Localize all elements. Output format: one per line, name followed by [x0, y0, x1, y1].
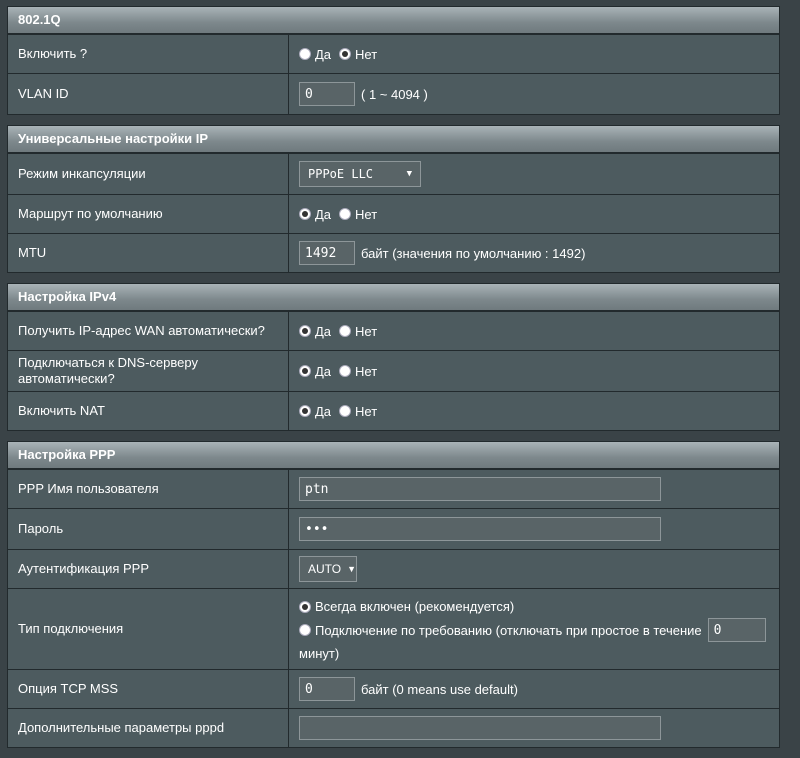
radio-icon[interactable] — [339, 208, 352, 220]
enable-label: Включить ? — [8, 35, 289, 73]
settings-page: 802.1Q Включить ? Да Нет VLAN ID 0 ( 1 ~… — [7, 6, 780, 758]
section-ppp: Настройка PPP PPP Имя пользователя ptn П… — [7, 441, 780, 748]
radio-selected-icon[interactable] — [299, 365, 311, 377]
section-title: Настройка IPv4 — [8, 284, 779, 311]
mss-hint: байт (0 means use default) — [361, 681, 518, 697]
wan-label: Получить IP-адрес WAN автоматически? — [8, 312, 289, 350]
enable-yes-option[interactable]: Да — [299, 47, 331, 62]
section-title: Настройка PPP — [8, 442, 779, 469]
radio-selected-icon[interactable] — [299, 208, 311, 220]
nat-label: Включить NAT — [8, 392, 289, 430]
row-vlan-id: VLAN ID 0 ( 1 ~ 4094 ) — [8, 73, 779, 114]
section-title: Универсальные настройки IP — [8, 126, 779, 153]
vlan-id-input[interactable]: 0 — [299, 82, 355, 106]
mtu-input[interactable]: 1492 — [299, 241, 355, 265]
password-label: Пароль — [8, 509, 289, 549]
option-label: Нет — [355, 323, 378, 339]
option-label: Да — [315, 403, 332, 419]
dropdown-arrow-icon: ▼ — [347, 564, 357, 574]
radio-icon[interactable] — [299, 624, 311, 636]
encap-label: Режим инкапсуляции — [8, 154, 289, 194]
radio-icon[interactable] — [339, 325, 352, 337]
option-label: Нет — [355, 46, 378, 62]
row-wan-auto: Получить IP-адрес WAN автоматически? Да … — [8, 311, 779, 350]
mtu-hint: байт (значения по умолчанию : 1492) — [361, 245, 586, 261]
dns-yes-option[interactable]: Да — [299, 364, 331, 379]
row-connection-type: Тип подключения Всегда включен (рекоменд… — [8, 588, 779, 669]
conn-label: Тип подключения — [8, 589, 289, 669]
wan-yes-option[interactable]: Да — [299, 324, 331, 339]
row-ppp-password: Пароль ••• — [8, 508, 779, 549]
radio-selected-icon[interactable] — [299, 600, 311, 613]
idle-minutes-label: минут) — [299, 646, 340, 661]
option-label: Нет — [355, 206, 378, 222]
radio-selected-icon[interactable] — [299, 405, 311, 417]
nat-no-option[interactable]: Нет — [339, 404, 377, 419]
option-label: Нет — [355, 363, 378, 379]
row-ppp-username: PPP Имя пользователя ptn — [8, 469, 779, 508]
pppd-label: Дополнительные параметры pppd — [8, 709, 289, 747]
section-ip-settings: Универсальные настройки IP Режим инкапсу… — [7, 125, 780, 273]
route-no-option[interactable]: Нет — [339, 207, 377, 222]
section-title: 802.1Q — [8, 7, 779, 34]
option-label: Да — [315, 206, 332, 222]
row-default-route: Маршрут по умолчанию Да Нет — [8, 194, 779, 233]
row-mtu: MTU 1492 байт (значения по умолчанию : 1… — [8, 233, 779, 272]
radio-selected-icon[interactable] — [299, 325, 311, 337]
mtu-label: MTU — [8, 234, 289, 272]
vlan-label: VLAN ID — [8, 74, 289, 114]
row-dns-auto: Подключаться к DNS-серверу автоматически… — [8, 350, 779, 391]
option-label: Нет — [355, 403, 378, 419]
radio-icon[interactable] — [339, 365, 352, 377]
enable-no-option[interactable]: Нет — [339, 47, 377, 62]
radio-icon[interactable] — [339, 405, 352, 417]
auth-label: Аутентификация PPP — [8, 550, 289, 588]
row-enable-8021q: Включить ? Да Нет — [8, 34, 779, 73]
radio-icon[interactable] — [299, 48, 311, 60]
option-label: Да — [315, 46, 332, 62]
option-label: Подключение по требованию (отключать при… — [315, 622, 702, 638]
dns-no-option[interactable]: Нет — [339, 364, 377, 379]
option-label: Всегда включен (рекомендуется) — [315, 599, 515, 614]
select-value: AUTO — [308, 562, 342, 576]
row-tcp-mss: Опция TCP MSS 0 байт (0 means use defaul… — [8, 669, 779, 708]
nat-yes-option[interactable]: Да — [299, 404, 331, 419]
username-label: PPP Имя пользователя — [8, 470, 289, 508]
option-label: Да — [315, 323, 332, 339]
mss-input[interactable]: 0 — [299, 677, 355, 701]
route-yes-option[interactable]: Да — [299, 207, 331, 222]
option-label: Да — [315, 363, 332, 379]
auth-select[interactable]: AUTO ▼ — [299, 556, 357, 582]
section-8021q: 802.1Q Включить ? Да Нет VLAN ID 0 ( 1 ~… — [7, 6, 780, 115]
idle-time-input[interactable]: 0 — [707, 618, 766, 642]
username-input[interactable]: ptn — [299, 477, 661, 501]
select-value: PPPoE LLC — [308, 167, 374, 181]
row-ppp-auth: Аутентификация PPP AUTO ▼ — [8, 549, 779, 588]
row-encapsulation: Режим инкапсуляции PPPoE LLC ▼ — [8, 153, 779, 194]
radio-selected-icon[interactable] — [339, 48, 352, 60]
route-label: Маршрут по умолчанию — [8, 195, 289, 233]
row-nat: Включить NAT Да Нет — [8, 391, 779, 430]
wan-no-option[interactable]: Нет — [339, 324, 377, 339]
password-input[interactable]: ••• — [299, 517, 661, 541]
row-pppd-options: Дополнительные параметры pppd — [8, 708, 779, 747]
vlan-range-hint: ( 1 ~ 4094 ) — [361, 86, 428, 102]
pppd-input[interactable] — [299, 716, 661, 740]
dns-label: Подключаться к DNS-серверу автоматически… — [8, 351, 289, 391]
section-ipv4: Настройка IPv4 Получить IP-адрес WAN авт… — [7, 283, 780, 431]
conn-always-option[interactable]: Всегда включен (рекомендуется) — [299, 599, 769, 614]
conn-demand-option[interactable]: Подключение по требованию (отключать при… — [299, 618, 769, 642]
mss-label: Опция TCP MSS — [8, 670, 289, 708]
encapsulation-select[interactable]: PPPoE LLC ▼ — [299, 161, 421, 187]
dropdown-arrow-icon: ▼ — [406, 169, 412, 179]
